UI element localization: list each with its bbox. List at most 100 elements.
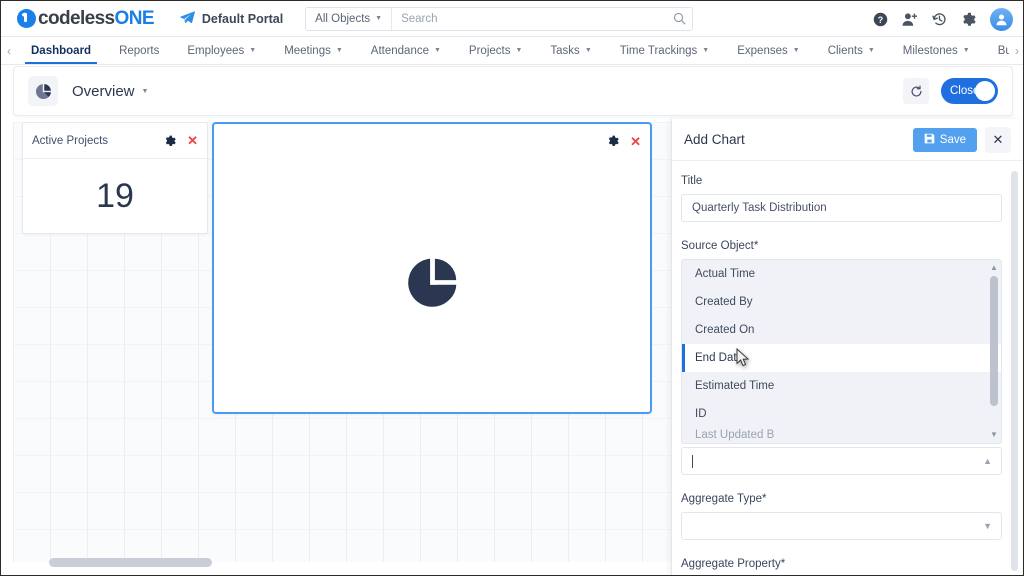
panel-header-actions: Save ✕: [912, 126, 1011, 153]
title-input-value: Quarterly Task Distribution: [692, 202, 827, 214]
dropdown-option-label: End Date: [695, 352, 743, 364]
dropdown-option-label: Estimated Time: [695, 380, 775, 392]
panel-header: Add Chart Save ✕: [672, 119, 1022, 161]
main-nav: ‹ Dashboard Reports Employees ▼ Meetings…: [1, 37, 1023, 65]
chevron-down-icon: ▼: [792, 47, 800, 54]
nav-item-employees[interactable]: Employees ▼: [173, 37, 270, 64]
dropdown-option[interactable]: Created On: [682, 316, 1001, 344]
close-x-icon[interactable]: ✕: [630, 135, 641, 148]
dropdown-option[interactable]: Actual Time: [682, 260, 1001, 288]
chevron-down-icon: ▼: [375, 15, 383, 22]
brand-name-plain: codeless: [38, 7, 115, 29]
title-input[interactable]: Quarterly Task Distribution: [681, 194, 1002, 222]
active-projects-value: 19: [96, 176, 134, 215]
add-user-icon[interactable]: [902, 12, 918, 27]
nav-item-label: Projects: [468, 44, 511, 57]
nav-item-label: Employees: [187, 44, 245, 57]
aggregate-type-select[interactable]: ▼: [681, 512, 1002, 540]
nav-item-reports[interactable]: Reports: [105, 37, 173, 64]
dropdown-option-hovered[interactable]: End Date: [682, 344, 1001, 372]
close-toggle[interactable]: Close: [941, 78, 998, 104]
nav-item-tasks[interactable]: Tasks ▼: [536, 37, 605, 64]
aggregate-type-field-label: Aggregate Type*: [681, 493, 767, 505]
history-icon[interactable]: [932, 12, 947, 27]
dashboard-canvas[interactable]: Active Projects ✕ 19 ✕: [13, 122, 673, 562]
nav-item-expenses[interactable]: Expenses ▼: [723, 37, 813, 64]
nav-item-label: Milestones: [902, 44, 958, 57]
caret-down-icon[interactable]: ▼: [983, 521, 992, 531]
nav-item-label: Meetings: [284, 44, 331, 57]
nav-item-attendance[interactable]: Attendance ▼: [357, 37, 455, 64]
settings-gear-icon[interactable]: [961, 12, 976, 27]
scrollbar-thumb[interactable]: [990, 276, 998, 406]
chevron-down-icon: ▼: [962, 47, 970, 54]
dropdown-option[interactable]: Created By: [682, 288, 1001, 316]
nav-item-milestones[interactable]: Milestones ▼: [889, 37, 984, 64]
refresh-button[interactable]: [903, 78, 929, 104]
dropdown-option[interactable]: Last Updated B: [682, 428, 1001, 442]
nav-item-label: Reports: [119, 44, 160, 57]
portal-selector[interactable]: Default Portal: [180, 11, 283, 26]
avatar[interactable]: [990, 7, 1013, 31]
nav-scroll-left-icon[interactable]: ‹: [1, 37, 17, 64]
widget-new-chart[interactable]: ✕: [212, 122, 652, 414]
aggregate-property-field-label: Aggregate Property*: [681, 558, 786, 570]
overview-actions: Close: [903, 78, 998, 104]
panel-close-button[interactable]: ✕: [985, 126, 1011, 153]
nav-item-label: Budgets: [997, 44, 1009, 57]
nav-item-budgets[interactable]: Budgets ▼: [984, 37, 1009, 64]
nav-item-label: Clients: [827, 44, 863, 57]
widget-body: 19: [23, 159, 207, 233]
dropdown-option-label: Actual Time: [695, 268, 756, 280]
source-object-options-list[interactable]: Actual Time Created By Created On End Da…: [681, 259, 1002, 444]
nav-item-label: Expenses: [737, 44, 788, 57]
caret-down-icon[interactable]: ▼: [990, 431, 998, 439]
source-object-input[interactable]: ▲: [681, 447, 1002, 475]
circle-one-logo-icon: [17, 9, 36, 28]
nav-item-projects[interactable]: Projects ▼: [455, 37, 536, 64]
gear-icon[interactable]: [164, 135, 176, 147]
page-title[interactable]: Overview ▼: [72, 83, 148, 100]
chevron-down-icon: ▼: [584, 47, 592, 54]
gear-icon[interactable]: [607, 135, 619, 147]
search-scope-label: All Objects: [315, 12, 371, 25]
toggle-knob: [975, 81, 995, 101]
global-search[interactable]: All Objects ▼: [305, 6, 694, 31]
dropdown-option[interactable]: Estimated Time: [682, 372, 1001, 400]
brand-logo[interactable]: codelessONE: [17, 7, 155, 30]
nav-item-dashboard[interactable]: Dashboard: [17, 37, 105, 64]
search-scope-dropdown[interactable]: All Objects ▼: [306, 7, 393, 30]
save-disk-icon: [924, 133, 935, 147]
search-icon[interactable]: [666, 12, 692, 25]
scrollbar-thumb[interactable]: [49, 558, 212, 567]
chevron-down-icon: ▼: [335, 47, 343, 54]
panel-body: Title Quarterly Task Distribution Source…: [672, 161, 1022, 575]
panel-vertical-scrollbar[interactable]: [1011, 171, 1018, 571]
save-button-label: Save: [939, 133, 966, 146]
nav-item-time-trackings[interactable]: Time Trackings ▼: [606, 37, 723, 64]
title-field-label: Title: [681, 175, 703, 187]
canvas-horizontal-scrollbar[interactable]: [13, 558, 673, 567]
caret-up-icon[interactable]: ▲: [990, 264, 998, 272]
chevron-down-icon: ▼: [141, 87, 149, 95]
nav-scroll-right-icon[interactable]: ›: [1009, 37, 1023, 64]
chevron-down-icon: ▼: [702, 47, 710, 54]
text-caret: [692, 454, 693, 468]
nav-item-meetings[interactable]: Meetings ▼: [270, 37, 357, 64]
widget-actions: ✕: [607, 135, 641, 148]
chevron-down-icon: ▼: [867, 47, 875, 54]
widget-active-projects[interactable]: Active Projects ✕ 19: [22, 122, 208, 234]
paper-plane-icon: [180, 11, 195, 26]
dropdown-scrollbar[interactable]: ▲ ▼: [989, 262, 999, 441]
save-button[interactable]: Save: [912, 127, 977, 152]
dropdown-option[interactable]: ID: [682, 400, 1001, 428]
close-x-icon[interactable]: ✕: [187, 134, 198, 147]
search-input[interactable]: [392, 7, 667, 30]
help-icon[interactable]: ?: [873, 12, 888, 27]
add-chart-panel: Add Chart Save ✕ Title Quarterly Task Di…: [671, 119, 1022, 575]
caret-up-icon[interactable]: ▲: [983, 456, 992, 466]
widget-title: Active Projects: [32, 134, 109, 147]
nav-item-clients[interactable]: Clients ▼: [814, 37, 889, 64]
